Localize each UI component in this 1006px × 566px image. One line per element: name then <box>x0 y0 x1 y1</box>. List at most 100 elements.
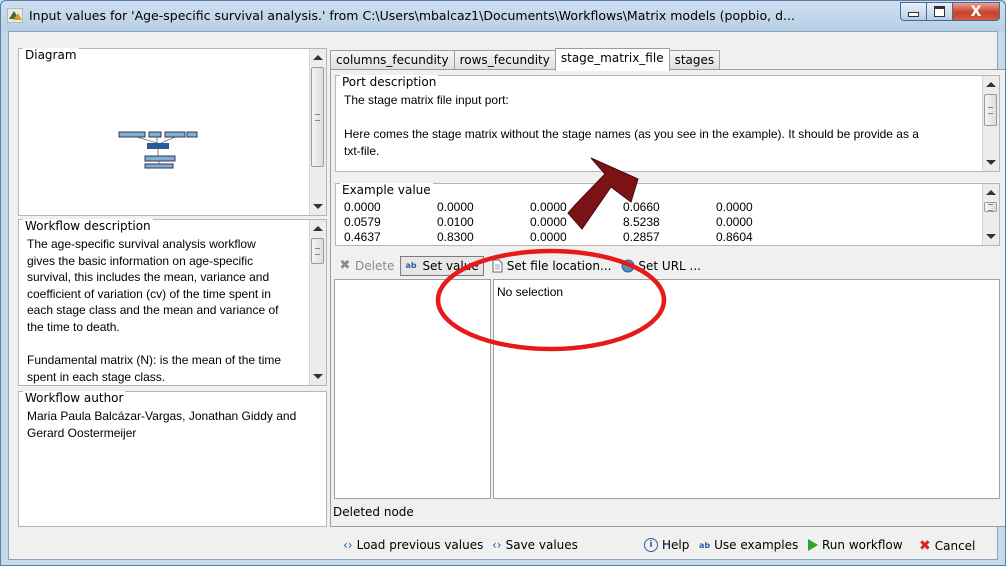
table-cell: 0.0000 <box>530 215 567 229</box>
help-button[interactable]: i Help <box>644 538 689 552</box>
set-url-label: Set URL ... <box>638 259 701 273</box>
load-previous-values-label: Load previous values <box>356 538 484 552</box>
arrows-icon: ‹› <box>492 538 502 552</box>
set-value-label: Set value <box>422 259 479 273</box>
value-tree-list[interactable] <box>334 279 491 499</box>
arrows-icon: ‹› <box>343 538 353 552</box>
set-value-button[interactable]: ab Set value <box>400 256 484 276</box>
diagram-panel: Diagram <box>18 48 327 216</box>
scroll-thumb[interactable] <box>311 67 324 167</box>
minimize-button[interactable] <box>900 2 927 21</box>
set-file-location-label: Set file location... <box>506 259 612 273</box>
workflow-description-text: The age-specific survival analysis workf… <box>27 236 309 385</box>
port-description-line: The stage matrix file input port: <box>344 93 509 107</box>
cancel-button[interactable]: ✖ Cancel <box>919 538 975 554</box>
table-cell: 0.0579 <box>344 215 381 229</box>
scroll-down-icon <box>986 234 996 239</box>
example-value-legend: Example value <box>340 183 433 197</box>
description-line <box>27 336 309 353</box>
example-value-table: 0.0000 0.0000 0.0000 0.0660 0.0000 0.057… <box>344 200 809 245</box>
table-cell: 0.8604 <box>716 230 753 244</box>
port-description-line: txt-file. <box>344 144 380 158</box>
tab-stage-matrix-file[interactable]: stage_matrix_file <box>554 48 670 71</box>
table-cell: 0.0000 <box>530 230 567 244</box>
save-values-button[interactable]: ‹› Save values <box>492 538 578 552</box>
set-file-location-button[interactable]: Set file location... <box>486 256 616 276</box>
delete-button[interactable]: ✖ Delete <box>334 256 398 276</box>
info-icon: i <box>644 538 658 552</box>
file-icon <box>492 259 503 273</box>
use-examples-label: Use examples <box>714 538 799 552</box>
run-workflow-label: Run workflow <box>822 538 903 552</box>
author-line: Maria Paula Balcázar-Vargas, Jonathan Gi… <box>27 409 297 423</box>
bottom-action-bar: ‹› Load previous values ‹› Save values i… <box>1 536 1005 558</box>
scroll-up-icon <box>313 226 323 231</box>
author-line: Gerard Oostermeijer <box>27 426 137 440</box>
description-line: spent in each stage class. <box>27 369 166 384</box>
workflow-description-legend: Workflow description <box>23 219 153 233</box>
use-examples-button[interactable]: ab Use examples <box>699 538 798 552</box>
load-previous-values-button[interactable]: ‹› Load previous values <box>343 538 483 552</box>
play-icon <box>808 539 818 551</box>
table-cell: 0.0660 <box>623 200 660 214</box>
tab-rows-fecundity[interactable]: rows_fecundity <box>453 50 556 70</box>
diagram-scrollbar[interactable] <box>309 49 326 215</box>
port-description-line: Here comes the stage matrix without the … <box>344 127 919 141</box>
table-cell: 0.8300 <box>437 230 474 244</box>
save-values-label: Save values <box>505 538 578 552</box>
table-cell: 0.0000 <box>344 200 381 214</box>
title-bar[interactable]: Input values for 'Age-specific survival … <box>1 1 1005 31</box>
set-url-button[interactable]: Set URL ... <box>617 256 705 276</box>
help-label: Help <box>662 538 690 552</box>
example-value-scrollbar[interactable] <box>982 184 999 245</box>
table-cell: 8.5238 <box>623 215 660 229</box>
table-row: 0.0579 0.0100 0.0000 8.5238 0.0000 <box>344 215 809 230</box>
scroll-thumb[interactable] <box>984 202 997 212</box>
delete-x-icon: ✖ <box>339 258 351 273</box>
port-description-text: The stage matrix file input port: Here c… <box>344 92 980 160</box>
tab-stages[interactable]: stages <box>668 50 721 70</box>
table-row: 0.4637 0.8300 0.0000 0.2857 0.8604 <box>344 230 809 245</box>
port-description-legend: Port description <box>340 75 439 89</box>
description-line: The age-specific survival analysis workf… <box>27 237 256 251</box>
taverna-app-icon <box>7 8 23 23</box>
description-line: each stage class and the mean and varian… <box>27 303 279 318</box>
scroll-up-icon <box>986 82 996 87</box>
table-cell: 0.0000 <box>530 200 567 214</box>
maximize-button[interactable] <box>927 2 953 21</box>
run-workflow-button[interactable]: Run workflow <box>808 538 903 552</box>
table-cell: 0.0000 <box>437 200 474 214</box>
text-value-icon: ab <box>405 261 417 270</box>
workflow-author-panel: Workflow author Maria Paula Balcázar-Var… <box>18 391 327 527</box>
value-toolbar: ✖ Delete ab Set value Set file location.… <box>334 255 707 277</box>
dialog-window: Input values for 'Age-specific survival … <box>0 0 1006 566</box>
minimize-icon <box>908 12 919 17</box>
port-description-panel: Port description The stage matrix file i… <box>335 75 1000 172</box>
description-line: gives the basic information on age-speci… <box>27 253 254 268</box>
status-text: Deleted node <box>333 505 414 519</box>
workflow-diagram-thumbnail[interactable] <box>117 124 207 174</box>
scroll-thumb[interactable] <box>311 238 324 264</box>
close-icon: X <box>970 3 982 20</box>
table-cell: 0.4637 <box>344 230 381 244</box>
close-button[interactable]: X <box>953 2 1000 21</box>
scroll-thumb[interactable] <box>984 94 997 126</box>
scroll-up-icon <box>313 55 323 60</box>
scroll-down-icon <box>313 374 323 379</box>
table-cell: 0.0000 <box>716 215 753 229</box>
scroll-up-icon <box>986 190 996 195</box>
description-line: the time to death. <box>27 319 120 334</box>
description-scrollbar[interactable] <box>309 220 326 385</box>
no-selection-text: No selection <box>497 285 564 299</box>
value-detail-panel[interactable]: No selection <box>493 279 1000 499</box>
maximize-icon <box>934 6 945 17</box>
description-line: survival, this includes the mean, varian… <box>27 270 270 285</box>
scroll-down-icon <box>986 160 996 165</box>
cancel-x-icon: ✖ <box>919 538 931 554</box>
tab-columns-fecundity[interactable]: columns_fecundity <box>330 50 455 70</box>
port-description-line <box>344 109 980 126</box>
port-description-scrollbar[interactable] <box>982 76 999 171</box>
cancel-label: Cancel <box>934 539 976 553</box>
delete-label: Delete <box>355 259 395 273</box>
description-line: coefficient of variation (cv) of the tim… <box>27 286 271 301</box>
